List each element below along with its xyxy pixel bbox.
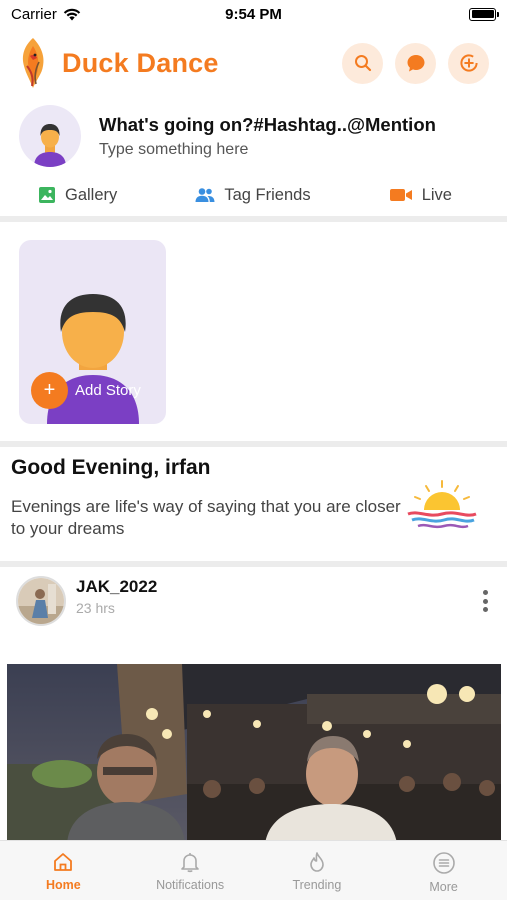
composer-placeholder[interactable]: Type something here: [99, 141, 436, 159]
people-icon: [195, 188, 215, 202]
bell-icon: [181, 853, 199, 873]
chat-bubble-icon: [407, 55, 424, 72]
bottom-nav: Home Notifications Trending More: [0, 840, 507, 900]
post-timestamp: 23 hrs: [76, 599, 115, 616]
menu-icon: [432, 852, 455, 874]
carrier-label: Carrier: [11, 5, 57, 23]
app-header: Duck Dance: [0, 30, 507, 96]
nav-notifications-label: Notifications: [156, 878, 225, 892]
more-options-icon[interactable]: [479, 587, 491, 615]
nav-trending[interactable]: Trending: [254, 841, 381, 900]
nav-home-label: Home: [46, 878, 81, 892]
messages-button[interactable]: [395, 42, 436, 84]
gallery-button[interactable]: Gallery: [38, 186, 117, 205]
post-header: JAK_2022 23 hrs: [0, 570, 507, 632]
section-divider: [0, 441, 507, 447]
section-divider: [0, 561, 507, 567]
gallery-icon: [39, 187, 55, 203]
post-author-avatar[interactable]: [16, 576, 66, 626]
quick-actions: Gallery Tag Friends Live: [0, 178, 507, 212]
duck-logo-icon: [22, 38, 44, 88]
flame-icon: [310, 852, 324, 872]
post-photo: [7, 664, 501, 844]
add-circle-icon: [459, 54, 478, 72]
add-story-action[interactable]: + Add Story: [31, 372, 141, 409]
post-composer[interactable]: What's going on?#Hashtag..@Mention Type …: [0, 100, 507, 172]
nav-trending-label: Trending: [292, 878, 342, 892]
post-username[interactable]: JAK_2022: [76, 577, 157, 597]
tag-friends-label: Tag Friends: [224, 185, 311, 204]
header-actions: [342, 42, 489, 84]
live-label: Live: [421, 185, 452, 204]
sunset-icon: [407, 480, 477, 529]
create-button[interactable]: [448, 42, 489, 84]
home-icon: [54, 853, 73, 871]
search-button[interactable]: [342, 42, 383, 84]
battery-icon: [469, 7, 499, 21]
video-camera-icon: [389, 189, 412, 201]
plus-icon[interactable]: +: [31, 372, 68, 409]
wifi-icon: [63, 8, 81, 20]
post-author-photo: [18, 578, 64, 624]
brand-name: Duck Dance: [62, 47, 219, 78]
nav-more-label: More: [429, 880, 458, 894]
search-icon: [354, 55, 371, 72]
live-button[interactable]: Live: [389, 186, 452, 205]
default-avatar-icon: [34, 124, 66, 167]
greeting-title: Good Evening, irfan: [11, 456, 211, 479]
nav-more[interactable]: More: [380, 841, 507, 900]
add-story-label: Add Story: [75, 382, 141, 399]
greeting-message: Evenings are life's way of saying that y…: [11, 497, 401, 538]
status-left: Carrier: [11, 6, 469, 23]
status-bar: Carrier 9:54 PM: [0, 0, 507, 28]
section-divider: [0, 216, 507, 222]
gallery-label: Gallery: [65, 185, 118, 204]
user-avatar[interactable]: [19, 105, 81, 167]
tag-friends-button[interactable]: Tag Friends: [195, 185, 311, 205]
composer-prompt: What's going on?#Hashtag..@Mention: [99, 113, 436, 135]
post-image[interactable]: [7, 664, 501, 844]
composer-text[interactable]: What's going on?#Hashtag..@Mention Type …: [99, 114, 436, 159]
nav-notifications[interactable]: Notifications: [127, 841, 254, 900]
post-meta: JAK_2022 23 hrs: [76, 577, 157, 616]
nav-home[interactable]: Home: [0, 841, 127, 900]
